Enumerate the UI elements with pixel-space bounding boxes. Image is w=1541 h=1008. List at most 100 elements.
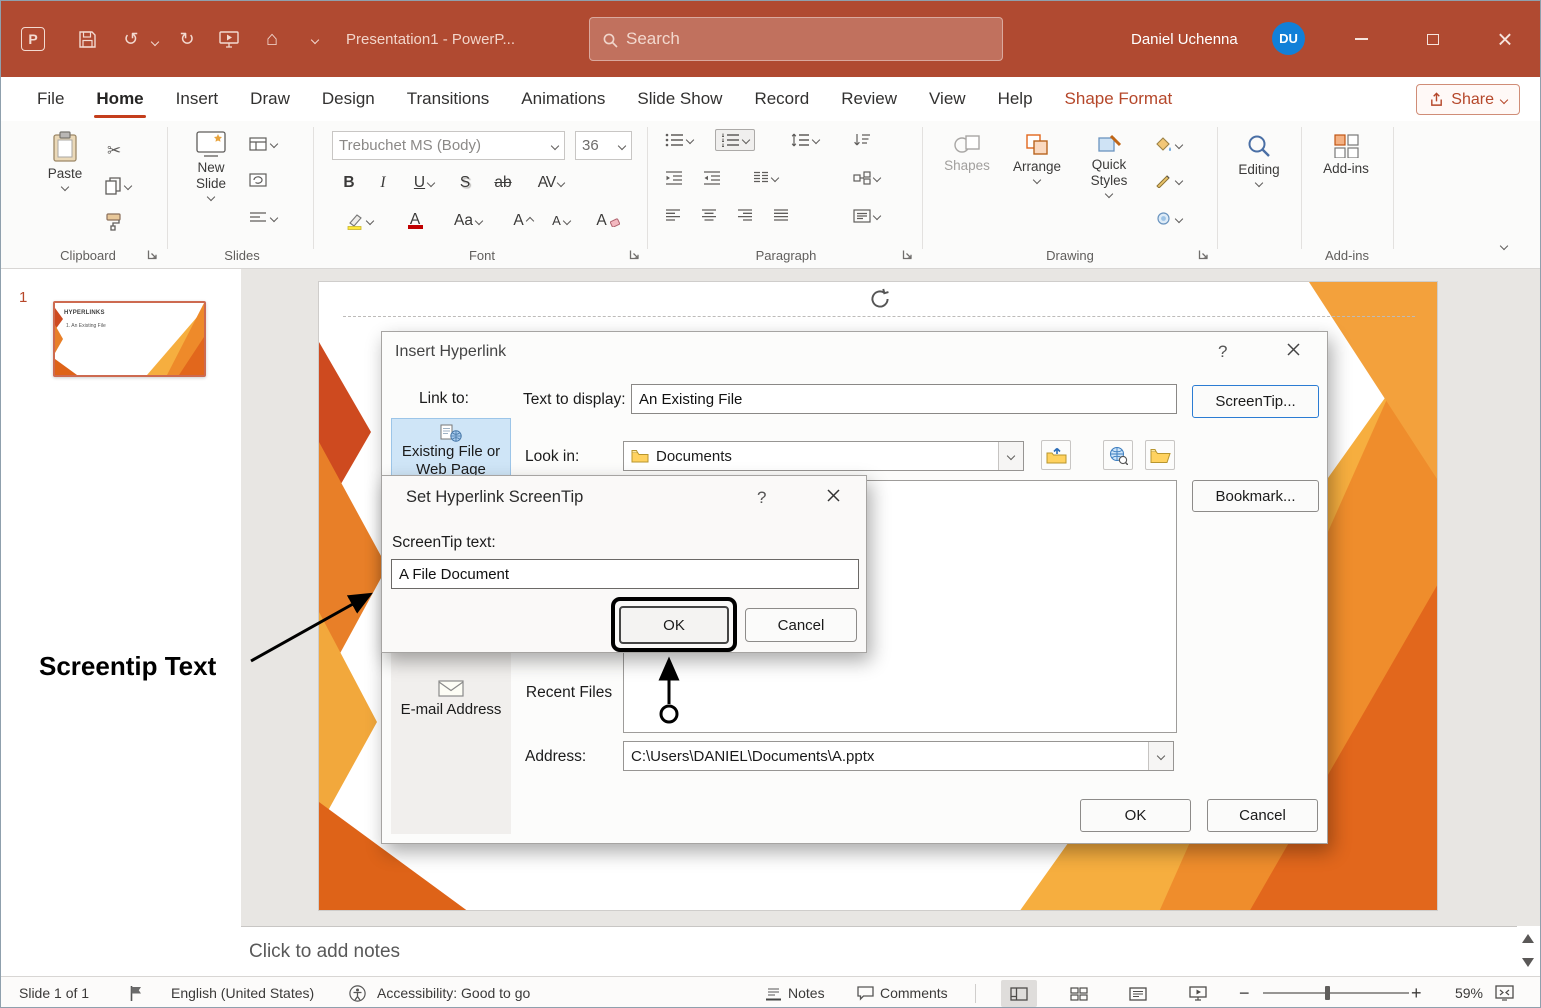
- up-one-folder-button[interactable]: [1041, 440, 1071, 470]
- search-input[interactable]: Search: [589, 17, 1003, 61]
- section-button[interactable]: [249, 211, 277, 225]
- app-logo-icon[interactable]: P: [15, 21, 51, 57]
- tab-help[interactable]: Help: [998, 77, 1033, 121]
- change-case-button[interactable]: Aa: [445, 206, 491, 235]
- font-dialog-launcher[interactable]: [629, 248, 640, 263]
- highlight-color-button[interactable]: [337, 206, 381, 235]
- grow-font-button[interactable]: A: [507, 206, 539, 235]
- slide-indicator[interactable]: Slide 1 of 1: [19, 977, 89, 1008]
- hyperlink-cancel-button[interactable]: Cancel: [1207, 799, 1318, 832]
- shapes-button[interactable]: Shapes: [939, 133, 995, 173]
- proofing-button[interactable]: [129, 977, 143, 1008]
- addins-button[interactable]: Add-ins: [1317, 133, 1375, 176]
- tab-record[interactable]: Record: [754, 77, 809, 121]
- undo-button[interactable]: [113, 21, 149, 57]
- notes-pane[interactable]: Click to add notes: [241, 926, 1517, 976]
- shrink-font-button[interactable]: A: [545, 206, 577, 235]
- look-in-dropdown[interactable]: [998, 442, 1023, 470]
- zoom-slider[interactable]: [1263, 992, 1409, 994]
- shape-effects-button[interactable]: [1155, 211, 1182, 226]
- tab-file[interactable]: File: [37, 77, 64, 121]
- screentip-help-button[interactable]: ?: [757, 488, 766, 508]
- tab-animations[interactable]: Animations: [521, 77, 605, 121]
- tab-draw[interactable]: Draw: [250, 77, 290, 121]
- italic-button[interactable]: I: [368, 168, 398, 197]
- recent-files-button[interactable]: Recent Files: [523, 684, 615, 702]
- bullets-button[interactable]: [665, 133, 693, 147]
- rotate-handle-icon[interactable]: [867, 286, 893, 312]
- screentip-close-button[interactable]: [822, 484, 844, 506]
- font-name-select[interactable]: Trebuchet MS (Body): [332, 131, 565, 160]
- accessibility-status[interactable]: Accessibility: Good to go: [377, 977, 530, 1008]
- look-in-select[interactable]: Documents: [623, 441, 1024, 471]
- text-to-display-input[interactable]: [631, 384, 1177, 414]
- font-color-button[interactable]: A: [393, 206, 437, 235]
- sort-button[interactable]: [853, 133, 871, 147]
- character-spacing-button[interactable]: AV: [526, 168, 576, 197]
- normal-view-button[interactable]: [1001, 980, 1037, 1007]
- account-name[interactable]: Daniel Uchenna: [1131, 1, 1238, 77]
- dialog-close-button[interactable]: [1282, 338, 1304, 360]
- new-slide-button[interactable]: New Slide: [183, 131, 239, 200]
- align-text-button[interactable]: [853, 209, 880, 223]
- maximize-button[interactable]: [1410, 1, 1456, 77]
- tab-shape-format[interactable]: Shape Format: [1065, 77, 1173, 121]
- slide-thumbnail[interactable]: HYPERLINKS 1. An Existing File: [53, 301, 206, 377]
- copy-button[interactable]: [105, 177, 131, 195]
- columns-button[interactable]: [753, 171, 778, 184]
- tab-transitions[interactable]: Transitions: [407, 77, 490, 121]
- start-slideshow-button[interactable]: [211, 21, 247, 57]
- cut-button[interactable]: [107, 141, 121, 161]
- layout-button[interactable]: [249, 137, 277, 151]
- line-spacing-button[interactable]: [791, 133, 819, 147]
- shape-outline-button[interactable]: [1155, 173, 1182, 188]
- share-button[interactable]: Share: [1416, 84, 1520, 115]
- browse-file-button[interactable]: [1145, 440, 1175, 470]
- drawing-dialog-launcher[interactable]: [1198, 248, 1209, 263]
- tab-home[interactable]: Home: [96, 77, 143, 121]
- clear-formatting-button[interactable]: A: [591, 206, 625, 235]
- zoom-in-button[interactable]: [1411, 977, 1422, 1008]
- tab-design[interactable]: Design: [322, 77, 375, 121]
- undo-dropdown-icon[interactable]: [151, 38, 159, 46]
- font-size-select[interactable]: 36: [575, 131, 632, 160]
- avatar[interactable]: DU: [1272, 22, 1305, 55]
- screentip-text-input[interactable]: [391, 559, 859, 589]
- screentip-cancel-button[interactable]: Cancel: [745, 608, 857, 642]
- text-shadow-button[interactable]: S: [450, 168, 480, 197]
- zoom-out-button[interactable]: [1239, 977, 1250, 1008]
- paste-button[interactable]: Paste: [39, 131, 91, 190]
- address-dropdown[interactable]: [1148, 742, 1173, 770]
- tab-view[interactable]: View: [929, 77, 966, 121]
- screentip-ok-button[interactable]: OK: [619, 606, 729, 644]
- align-center-button[interactable]: [701, 209, 717, 221]
- scroll-down-button[interactable]: [1522, 958, 1534, 967]
- slide-sorter-view-button[interactable]: [1061, 980, 1097, 1007]
- tab-insert[interactable]: Insert: [176, 77, 219, 121]
- scroll-up-button[interactable]: [1522, 934, 1534, 943]
- shape-fill-button[interactable]: [1155, 137, 1182, 152]
- reading-view-button[interactable]: [1120, 980, 1156, 1007]
- fit-slide-button[interactable]: [1495, 977, 1514, 1008]
- paragraph-dialog-launcher[interactable]: [902, 248, 913, 263]
- strikethrough-button[interactable]: ab: [486, 168, 520, 197]
- align-right-button[interactable]: [737, 209, 753, 221]
- hyperlink-ok-button[interactable]: OK: [1080, 799, 1191, 832]
- editing-button[interactable]: Editing: [1229, 133, 1289, 186]
- align-left-button[interactable]: [665, 209, 681, 221]
- convert-smartart-button[interactable]: [853, 171, 880, 185]
- notes-toggle-button[interactable]: Notes: [765, 977, 825, 1008]
- zoom-slider-thumb[interactable]: [1325, 986, 1330, 1000]
- tab-slide-show[interactable]: Slide Show: [637, 77, 722, 121]
- close-button[interactable]: [1482, 1, 1528, 77]
- clipboard-dialog-launcher[interactable]: [147, 248, 158, 263]
- format-painter-button[interactable]: [105, 213, 122, 231]
- link-option-email[interactable]: E-mail Address: [391, 680, 511, 718]
- home-qat-button[interactable]: [254, 21, 290, 57]
- dialog-help-button[interactable]: ?: [1218, 342, 1227, 362]
- reset-slide-button[interactable]: [249, 173, 267, 187]
- numbering-button[interactable]: [715, 129, 755, 151]
- justify-button[interactable]: [773, 209, 789, 221]
- screentip-button[interactable]: ScreenTip...: [1192, 385, 1319, 418]
- decrease-indent-button[interactable]: [665, 171, 683, 185]
